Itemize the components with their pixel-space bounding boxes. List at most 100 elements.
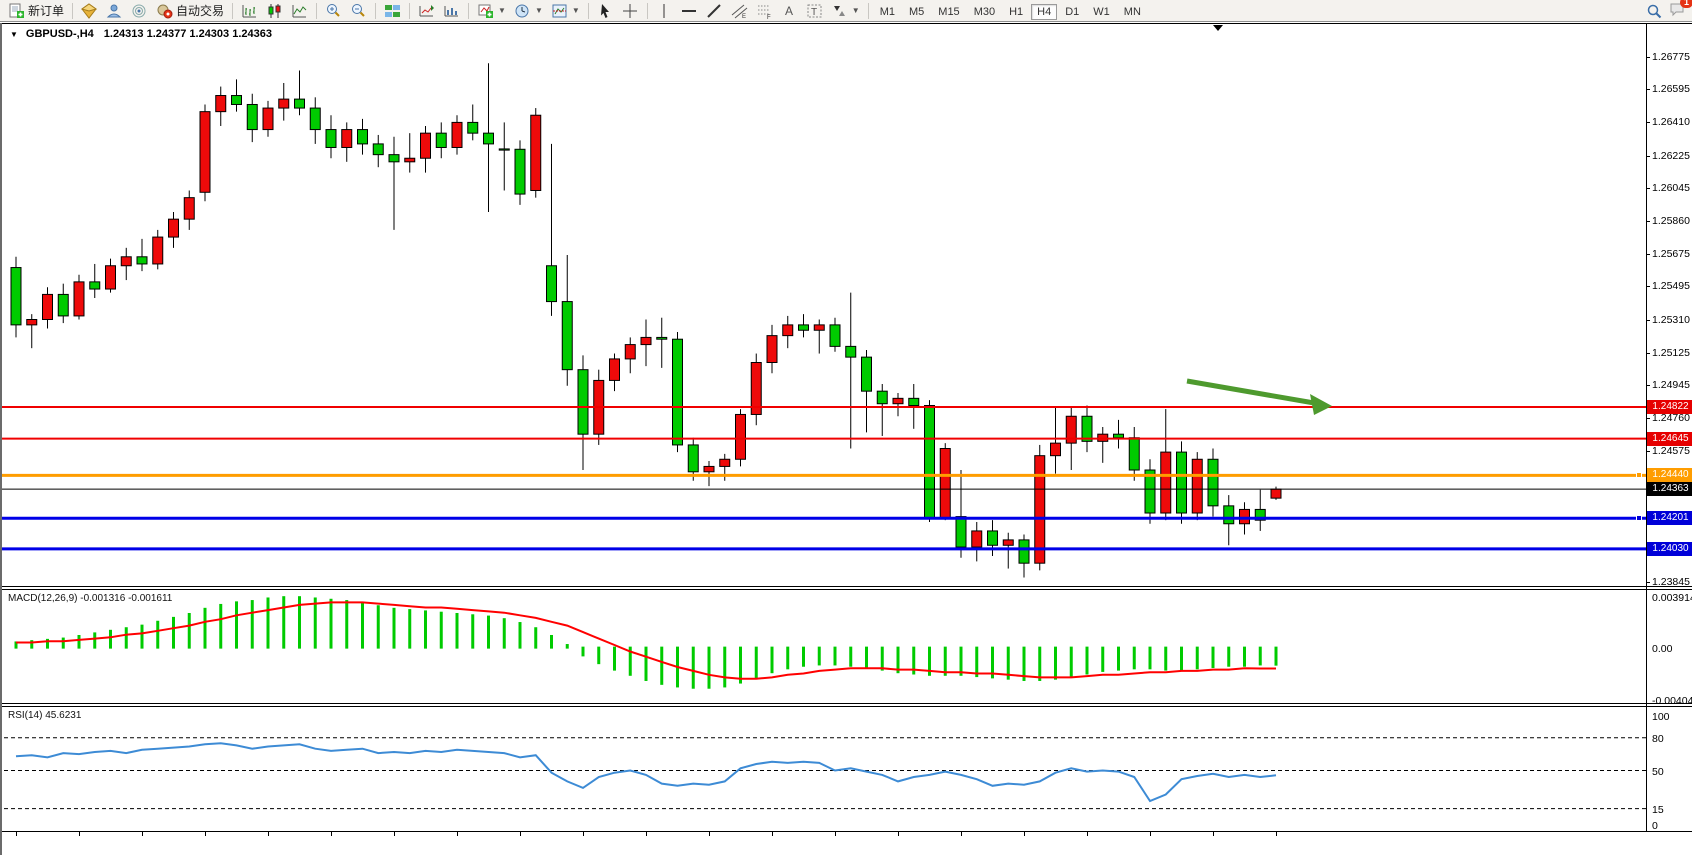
- time-tick-mark: [898, 832, 899, 836]
- price-tick-mark: [1646, 188, 1650, 189]
- price-tick-mark: [1646, 89, 1650, 90]
- cursor-tool-button[interactable]: [593, 1, 618, 21]
- new-order-icon: [8, 3, 25, 19]
- vertical-line-icon: [656, 3, 673, 19]
- candle-bull: [531, 115, 541, 190]
- algo-trading-button[interactable]: 自动交易: [152, 1, 228, 21]
- timeframe-toolbar: M1M5M15M30H1H4D1W1MN: [873, 2, 1148, 20]
- macd-histogram-bar: [1117, 647, 1120, 671]
- timeframe-button-w1[interactable]: W1: [1087, 4, 1116, 20]
- time-tick-mark: [1024, 832, 1025, 836]
- candle-bear: [1114, 434, 1124, 438]
- macd-histogram-bar: [424, 610, 427, 648]
- candle-bull: [216, 96, 226, 112]
- candle-bull: [1192, 459, 1202, 513]
- crosshair-tool-button[interactable]: [618, 1, 643, 21]
- bar-chart-icon: [241, 3, 258, 19]
- macd-histogram-bar: [393, 608, 396, 649]
- macd-histogram-bar: [456, 613, 459, 649]
- price-chart-canvas[interactable]: [2, 23, 1692, 855]
- zoom-in-button[interactable]: [321, 1, 346, 21]
- timeframe-button-d1[interactable]: D1: [1059, 4, 1085, 20]
- candle-bull: [1240, 509, 1250, 523]
- market-button[interactable]: [77, 1, 102, 21]
- candle-bull: [279, 99, 289, 108]
- timeframe-button-m1[interactable]: M1: [874, 4, 901, 20]
- candle-bull: [814, 325, 824, 330]
- chat-button[interactable]: 1: [1669, 1, 1686, 22]
- signals-button[interactable]: [102, 1, 127, 21]
- candle-bull: [27, 320, 37, 325]
- candle-bull: [767, 336, 777, 363]
- timeframe-button-h4[interactable]: H4: [1031, 4, 1057, 20]
- macd-histogram-bar: [156, 621, 159, 649]
- text-label-tool-button[interactable]: T: [802, 1, 827, 21]
- macd-histogram-bar: [1086, 647, 1089, 675]
- timeframe-button-m15[interactable]: M15: [932, 4, 965, 20]
- new-order-button[interactable]: 新订单: [4, 1, 68, 21]
- bar-chart-button[interactable]: [237, 1, 262, 21]
- text-tool-button[interactable]: A: [777, 1, 802, 21]
- strategy-tester-button[interactable]: [439, 1, 464, 21]
- price-tag-1.24822: 1.24822: [1647, 400, 1692, 414]
- fibonacci-tool-button[interactable]: F: [752, 1, 777, 21]
- candle-bear: [673, 339, 683, 445]
- price-tick-label: 1.26410: [1652, 116, 1690, 128]
- tile-windows-button[interactable]: [380, 1, 405, 21]
- macd-histogram-bar: [1196, 647, 1199, 670]
- macd-axis-zero: 0.00: [1652, 643, 1672, 655]
- timeframe-button-mn[interactable]: MN: [1118, 4, 1147, 20]
- candle-bear: [909, 398, 919, 405]
- vertical-line-tool-button[interactable]: [652, 1, 677, 21]
- search-icon[interactable]: [1646, 4, 1663, 20]
- clock-icon: [514, 3, 531, 19]
- time-tick-mark: [1276, 832, 1277, 836]
- timeframe-button-h1[interactable]: H1: [1003, 4, 1029, 20]
- new-chart-button[interactable]: ▼: [473, 1, 510, 21]
- candle-bull: [736, 414, 746, 459]
- macd-histogram-bar: [1259, 647, 1262, 666]
- chart-template-button[interactable]: ▼: [547, 1, 584, 21]
- macd-axis-max: 0.003914: [1652, 592, 1692, 604]
- zoom-out-button[interactable]: [346, 1, 371, 21]
- macd-histogram-bar: [440, 612, 443, 649]
- macd-histogram-bar: [1038, 647, 1041, 681]
- chart-collapse-icon[interactable]: ▼: [10, 30, 18, 39]
- macd-histogram-bar: [1133, 647, 1136, 670]
- data-window-button[interactable]: [414, 1, 439, 21]
- chart-window: ▼ GBPUSD-,H4 1.24313 1.24377 1.24303 1.2…: [0, 23, 1692, 855]
- candle-bull: [121, 257, 131, 266]
- timeframe-button-m30[interactable]: M30: [968, 4, 1001, 20]
- line-chart-button[interactable]: [287, 1, 312, 21]
- macd-histogram-bar: [881, 647, 884, 671]
- time-tick-mark: [772, 832, 773, 836]
- arrows-tool-button[interactable]: ▼: [827, 1, 864, 21]
- toolbar-separator: [72, 3, 73, 19]
- candle-bull: [452, 122, 462, 147]
- trendline-tool-button[interactable]: [702, 1, 727, 21]
- macd-histogram-bar: [613, 647, 616, 671]
- period-button[interactable]: ▼: [510, 1, 547, 21]
- vps-button[interactable]: [127, 1, 152, 21]
- trend-arrow-line: [1187, 381, 1320, 404]
- rsi-axis-label-15: 15: [1652, 804, 1664, 816]
- candlestick-chart-icon: [266, 3, 283, 19]
- algo-trading-icon: [156, 3, 173, 19]
- macd-histogram-bar: [361, 603, 364, 649]
- candle-bull: [1035, 456, 1045, 564]
- macd-histogram-bar: [78, 635, 81, 649]
- candle-bull: [421, 133, 431, 158]
- candle-bear: [295, 99, 305, 108]
- candle-bear: [925, 406, 935, 519]
- macd-histogram-bar: [251, 600, 254, 649]
- macd-histogram-bar: [849, 647, 852, 667]
- channel-tool-button[interactable]: E: [727, 1, 752, 21]
- timeframe-button-m5[interactable]: M5: [903, 4, 930, 20]
- price-tick-mark: [1646, 320, 1650, 321]
- horizontal-line-tool-button[interactable]: [677, 1, 702, 21]
- candlestick-chart-button[interactable]: [262, 1, 287, 21]
- candle-bull: [1051, 443, 1061, 456]
- time-tick-mark: [709, 832, 710, 836]
- signals-icon: [106, 3, 123, 19]
- candle-bear: [1129, 438, 1139, 470]
